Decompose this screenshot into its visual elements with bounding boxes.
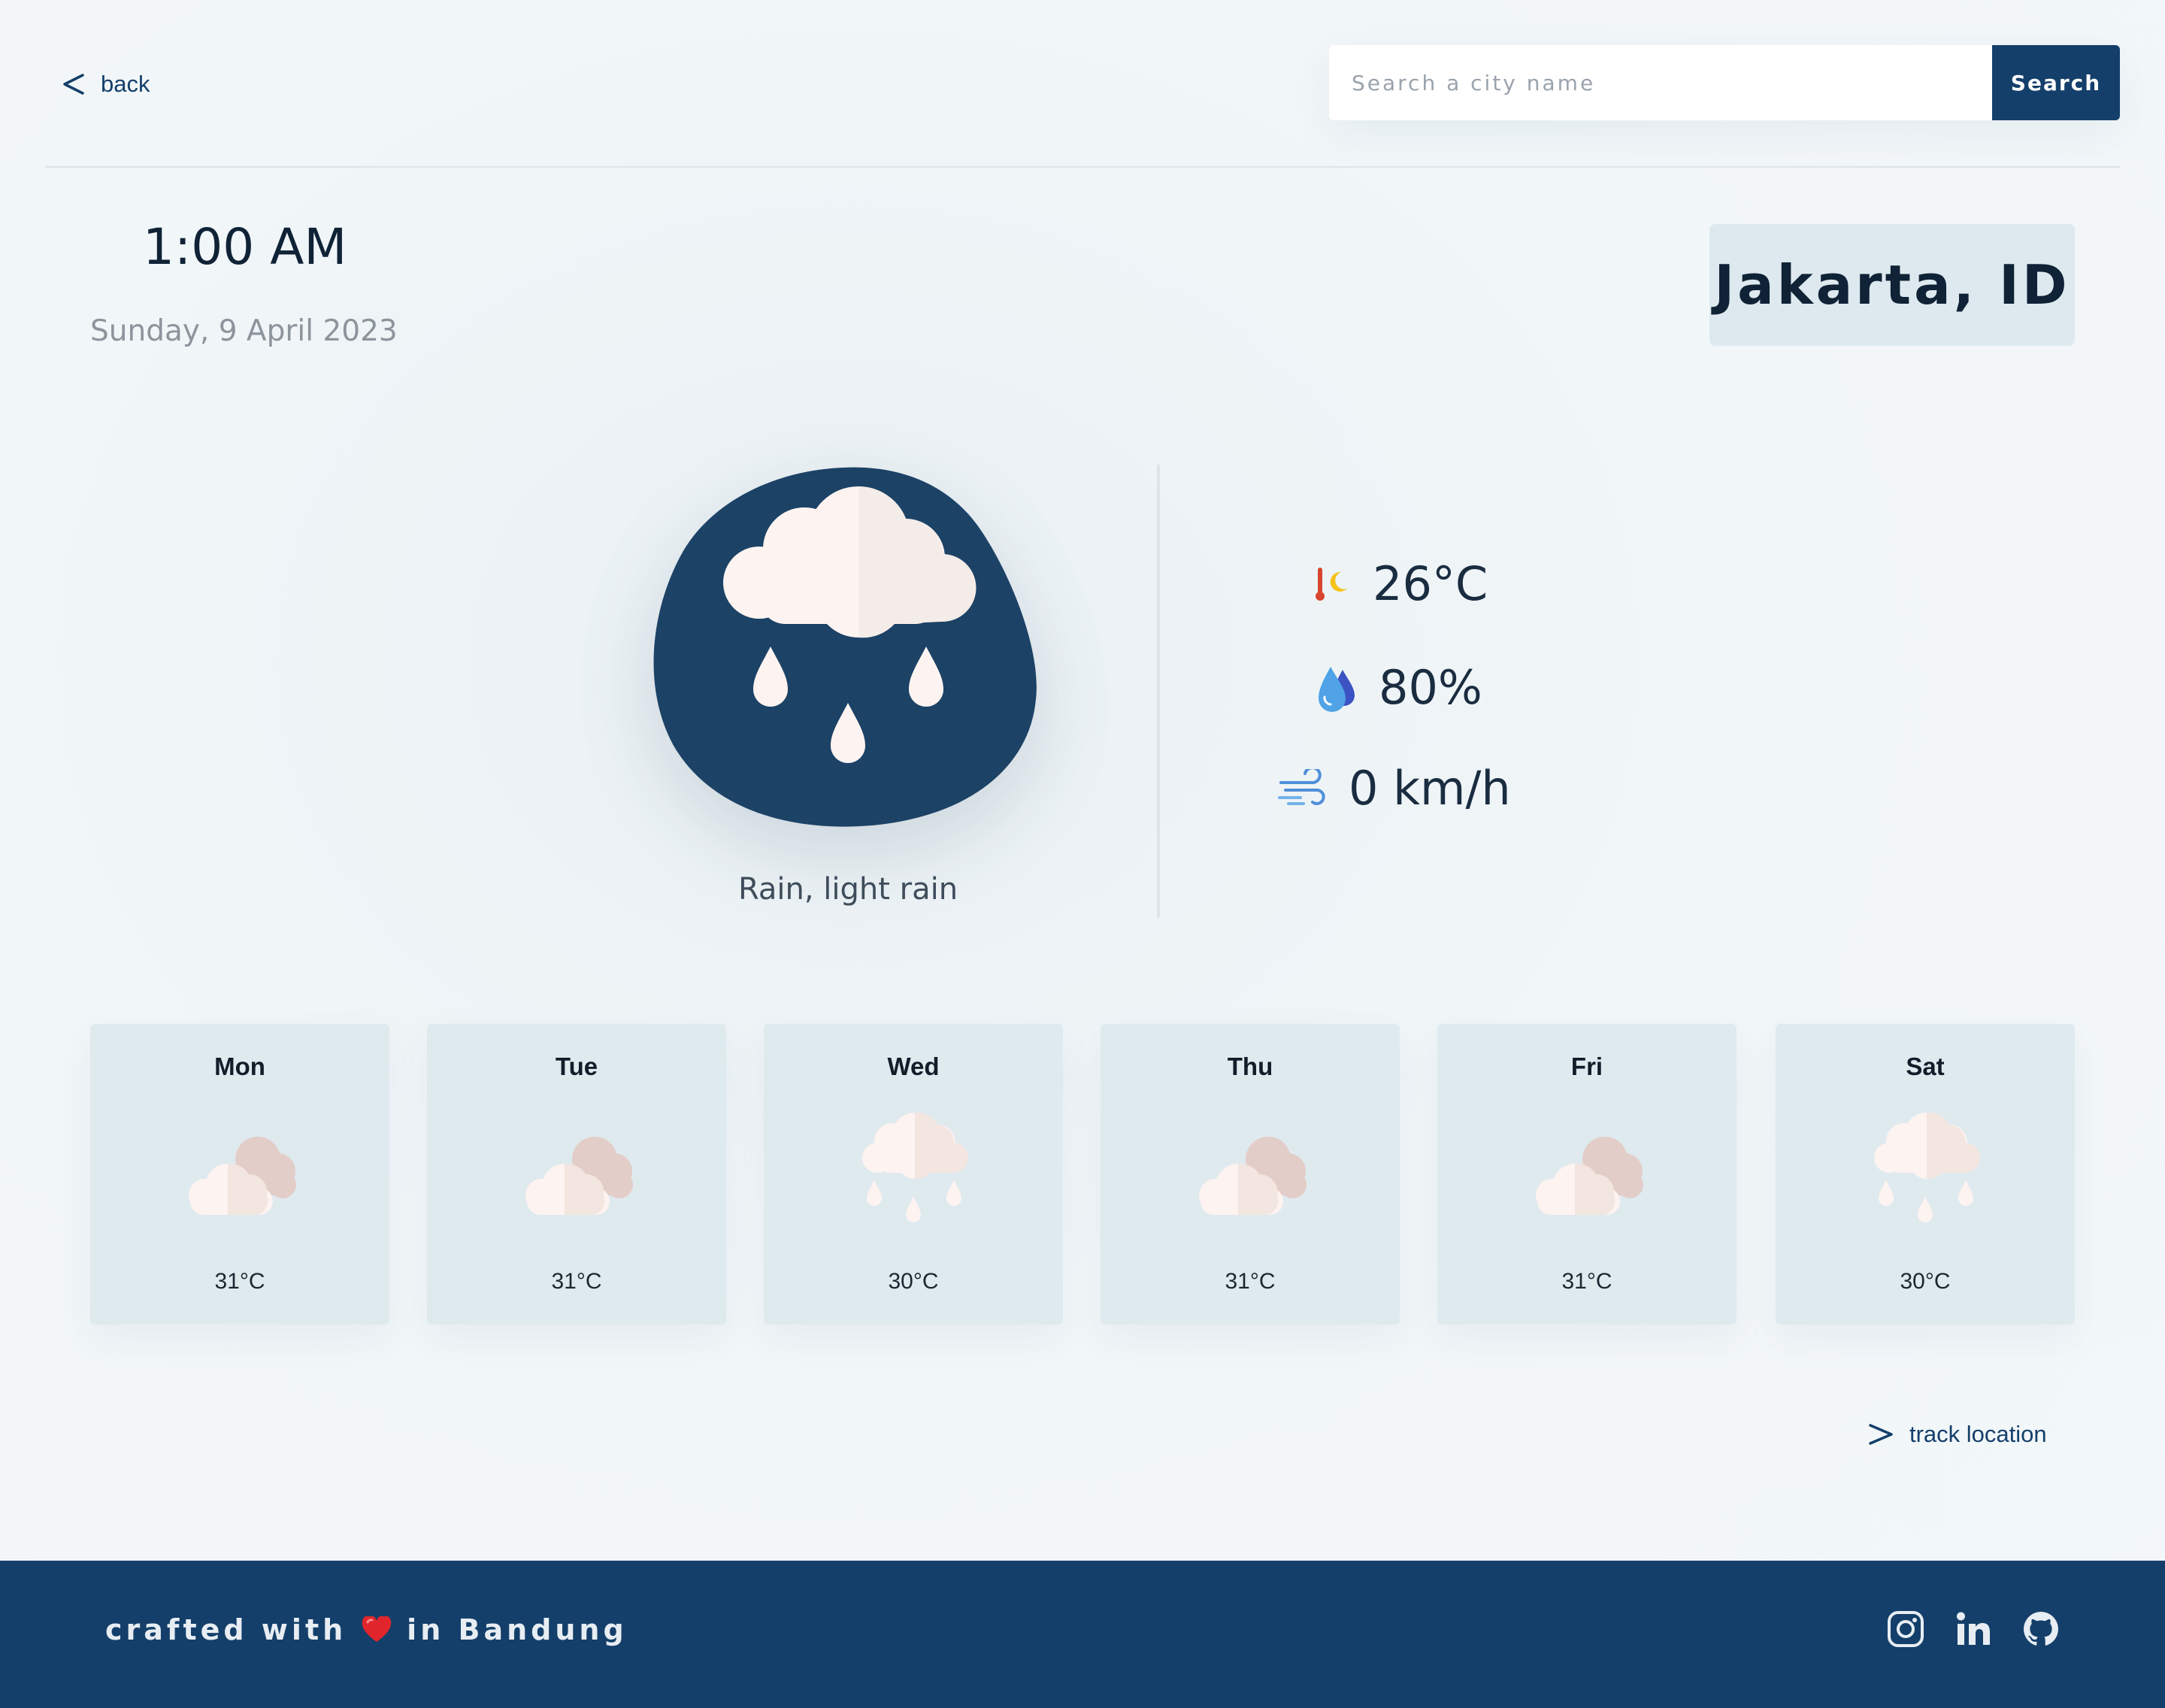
search-input[interactable] (1329, 45, 1992, 120)
back-label: back (101, 71, 150, 97)
chevron-left-icon (63, 74, 84, 95)
vertical-divider (1157, 465, 1160, 917)
current-date: Sunday, 9 April 2023 (90, 314, 398, 348)
forecast-card: Thu 31°C (1101, 1024, 1400, 1325)
track-location-link[interactable]: track location (1867, 1415, 2047, 1454)
location-name: Jakarta, ID (1714, 253, 2070, 316)
forecast-list: Mon 31°C Tue 31°C Wed 30°C Thu 31°C Fri … (90, 1024, 2075, 1325)
forecast-temp: 30°C (888, 1269, 939, 1294)
forecast-temp: 31°C (1561, 1269, 1612, 1294)
cloudy-icon (1536, 1137, 1643, 1215)
rain-cloud-icon (1874, 1113, 1981, 1222)
linkedin-icon[interactable] (1955, 1610, 1992, 1648)
current-time: 1:00 AM (143, 218, 347, 276)
forecast-card: Fri 31°C (1437, 1024, 1737, 1325)
header-divider (45, 166, 2120, 168)
search-bar: Search (1329, 45, 2120, 120)
forecast-day: Wed (887, 1052, 940, 1080)
search-button[interactable]: Search (1992, 45, 2120, 120)
forecast-card: Sat 30°C (1776, 1024, 2075, 1325)
github-icon[interactable] (2022, 1610, 2060, 1648)
weather-page: back Search 1:00 AM Sunday, 9 April 2023… (0, 0, 2165, 1708)
thermometer-moon-icon (1316, 567, 1347, 601)
rain-cloud-icon (862, 1113, 969, 1222)
footer-text-after: in Bandung (407, 1613, 628, 1646)
temperature-value: 26°C (1373, 556, 1488, 611)
temperature-stat: 26°C (1308, 556, 1488, 611)
wind-icon (1278, 768, 1325, 805)
cloudy-icon (189, 1137, 296, 1215)
cloudy-icon (525, 1137, 633, 1215)
forecast-temp: 31°C (551, 1269, 602, 1294)
forecast-temp: 30°C (1900, 1269, 1951, 1294)
heart-icon (362, 1616, 392, 1642)
track-location-label: track location (1909, 1421, 2047, 1447)
social-links (1887, 1610, 2060, 1648)
forecast-card: Mon 31°C (90, 1024, 389, 1325)
cloudy-icon (1199, 1137, 1307, 1215)
humidity-stat: 80% (1313, 660, 1482, 715)
chevron-right-icon (1869, 1424, 1893, 1445)
humidity-drops-icon (1319, 666, 1355, 712)
forecast-day: Thu (1227, 1052, 1273, 1080)
forecast-card: Wed 30°C (764, 1024, 1063, 1325)
footer-credit: crafted with in Bandung (105, 1613, 628, 1646)
forecast-temp: 31°C (214, 1269, 265, 1294)
instagram-icon[interactable] (1887, 1610, 1924, 1648)
condition-text: Rain, light rain (737, 872, 958, 907)
forecast-temp: 31°C (1225, 1269, 1276, 1294)
forecast-day: Tue (555, 1052, 598, 1080)
forecast-day: Mon (214, 1052, 265, 1080)
wind-value: 0 km/h (1349, 761, 1511, 816)
footer: crafted with in Bandung (0, 1561, 2165, 1708)
rain-cloud-icon (653, 467, 1037, 827)
wind-stat: 0 km/h (1278, 761, 1511, 816)
forecast-card: Tue 31°C (427, 1024, 726, 1325)
back-link[interactable]: back (60, 65, 150, 104)
footer-text-before: crafted with (105, 1613, 347, 1646)
forecast-day: Fri (1570, 1052, 1603, 1080)
location-badge: Jakarta, ID (1709, 224, 2075, 346)
forecast-day: Sat (1906, 1052, 1945, 1080)
humidity-value: 80% (1379, 660, 1482, 715)
